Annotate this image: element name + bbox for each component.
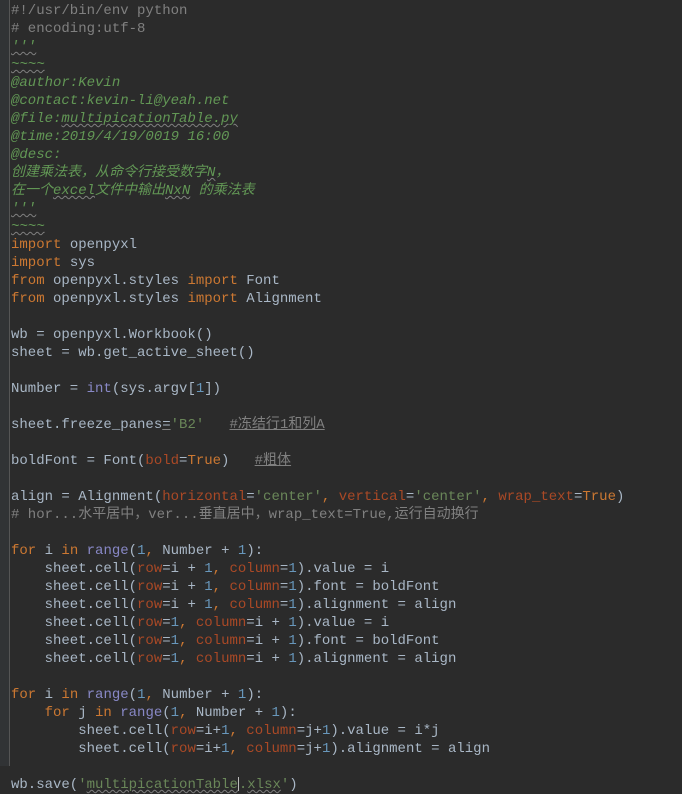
doc-desc: @desc: <box>11 147 61 163</box>
code-line: sheet.cell(row=i + 1, column=1).alignmen… <box>11 597 456 613</box>
for-line: for i in range(1, Number + 1): <box>11 687 263 703</box>
docstring-close: ''' <box>11 201 36 217</box>
code-line: sheet.cell(row=1, column=i + 1).alignmen… <box>11 651 456 667</box>
for-line: for i in range(1, Number + 1): <box>11 543 263 559</box>
gutter <box>0 0 10 766</box>
code-line: sheet.freeze_panes='B2' #冻结行1和列A <box>11 417 325 433</box>
code-line: sheet.cell(row=1, column=i + 1).font = b… <box>11 633 440 649</box>
doc-author: @author:Kevin <box>11 75 120 91</box>
code-line: sheet.cell(row=i+1, column=j+1).value = … <box>11 723 440 739</box>
for-line: for j in range(1, Number + 1): <box>11 705 297 721</box>
code-editor[interactable]: #!/usr/bin/env python # encoding:utf-8 '… <box>11 2 624 794</box>
code-line: Number = int(sys.argv[1]) <box>11 381 221 397</box>
import-line: import sys <box>11 255 95 271</box>
code-line: wb = openpyxl.Workbook() <box>11 327 213 343</box>
code-line: boldFont = Font(bold=True) #粗体 <box>11 453 291 469</box>
wave: ~~~~ <box>11 219 45 235</box>
doc-contact: @contact:kevin-li@yeah.net <box>11 93 229 109</box>
doc-desc1: 创建乘法表，从命令行接受数字N， <box>11 165 229 181</box>
code-line: wb.save('multipicationTable.xlsx') <box>11 777 298 793</box>
doc-time: @time:2019/4/19/0019 16:00 <box>11 129 229 145</box>
code-line: sheet.cell(row=i + 1, column=1).value = … <box>11 561 389 577</box>
encoding-line: # encoding:utf-8 <box>11 21 145 37</box>
code-line: sheet.cell(row=i+1, column=j+1).alignmen… <box>11 741 490 757</box>
code-line: sheet.cell(row=i + 1, column=1).font = b… <box>11 579 440 595</box>
wave: ~~~~ <box>11 57 45 73</box>
docstring-open: ''' <box>11 39 36 55</box>
doc-desc2: 在一个excel文件中输出NxN 的乘法表 <box>11 183 255 199</box>
import-line: import openpyxl <box>11 237 137 253</box>
code-line: sheet.cell(row=1, column=i + 1).value = … <box>11 615 389 631</box>
from-import-line: from openpyxl.styles import Font <box>11 273 280 289</box>
comment-line: # hor...水平居中，ver...垂直居中，wrap_text=True,运… <box>11 507 479 523</box>
from-import-line: from openpyxl.styles import Alignment <box>11 291 322 307</box>
code-line: sheet = wb.get_active_sheet() <box>11 345 255 361</box>
doc-file: @file:multipicationTable.py <box>11 111 238 127</box>
shebang-line: #!/usr/bin/env python <box>11 3 187 19</box>
code-line: align = Alignment(horizontal='center', v… <box>11 489 624 505</box>
